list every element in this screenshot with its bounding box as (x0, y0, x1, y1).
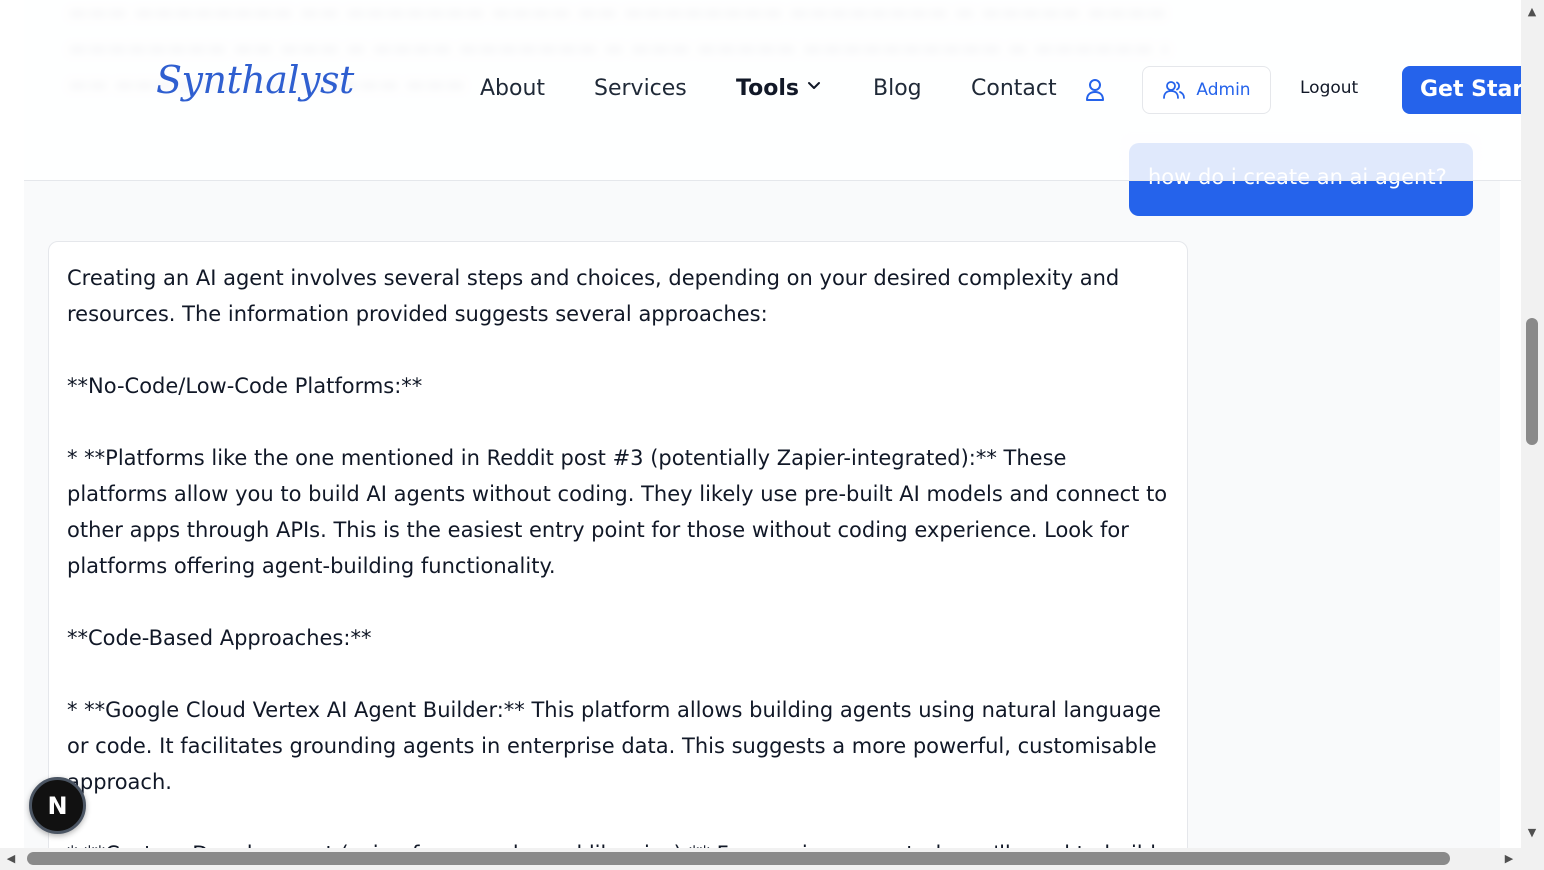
admin-button[interactable]: Admin (1142, 66, 1271, 114)
nav-tools[interactable]: Tools (736, 74, 821, 104)
scroll-left-arrow-icon[interactable]: ◀ (4, 851, 18, 867)
site-header: Synthalyst About Services Tools Blog Con… (24, 0, 1521, 181)
site-logo[interactable]: Synthalyst (156, 58, 354, 102)
scroll-right-arrow-icon[interactable]: ▶ (1502, 851, 1516, 867)
scroll-up-arrow-icon[interactable]: ▲ (1525, 5, 1539, 19)
scrollbar-corner (1521, 848, 1544, 870)
nav-contact[interactable]: Contact (971, 74, 1057, 104)
assistant-paragraph: **No-Code/Low-Code Platforms:** (67, 374, 423, 398)
assistant-paragraph (67, 404, 1171, 440)
chevron-down-icon (807, 82, 820, 89)
nav-blog[interactable]: Blog (873, 74, 922, 104)
assistant-message-text: Creating an AI agent involves several st… (67, 260, 1171, 848)
vertical-scrollbar[interactable]: ▲ ▼ (1521, 0, 1544, 848)
get-started-button[interactable]: Get Start (1402, 66, 1521, 114)
assistant-paragraph (67, 656, 1171, 692)
assistant-paragraph (67, 332, 1171, 368)
assistant-message-card: Creating an AI agent involves several st… (48, 241, 1188, 848)
user-icon[interactable] (1084, 78, 1106, 102)
assistant-paragraph: * **Custom Development (using frameworks… (67, 836, 1171, 848)
assistant-paragraph: Creating an AI agent involves several st… (67, 266, 1120, 326)
assistant-paragraph (67, 584, 1171, 620)
nav-services[interactable]: Services (594, 74, 687, 104)
assistant-paragraph: * **Platforms like the one mentioned in … (67, 446, 1168, 578)
next-dev-badge[interactable]: N (29, 777, 86, 834)
assistant-paragraph: * **Google Cloud Vertex AI Agent Builder… (67, 698, 1162, 794)
horizontal-scrollbar[interactable]: ◀ ▶ (0, 848, 1521, 870)
horizontal-scroll-thumb[interactable] (27, 852, 1450, 865)
admin-label: Admin (1196, 80, 1251, 100)
assistant-paragraph (67, 800, 1171, 836)
nav-about[interactable]: About (480, 74, 545, 104)
scroll-down-arrow-icon[interactable]: ▼ (1525, 826, 1539, 840)
logout-button[interactable]: Logout (1300, 78, 1358, 98)
nav-tools-label: Tools (736, 76, 799, 101)
users-icon (1163, 81, 1186, 99)
assistant-paragraph: **Code-Based Approaches:** (67, 626, 372, 650)
vertical-scroll-thumb[interactable] (1526, 318, 1538, 445)
browser-viewport: ▬▬▬ ▬▬▬▬▬▬▬▬ ▬▬ ▬▬▬▬▬▬▬ ▬▬▬▬ ▬▬ ▬▬▬▬▬▬▬▬… (0, 0, 1521, 848)
